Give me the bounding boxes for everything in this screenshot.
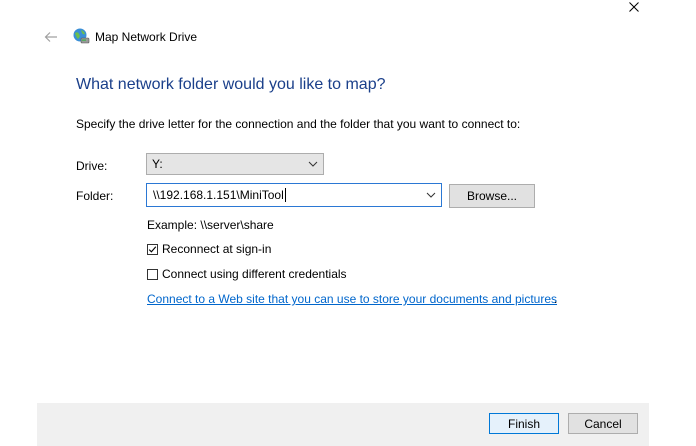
folder-input-value: \\192.168.1.151\MiniTool — [153, 188, 284, 202]
example-text: Example: \\server\share — [147, 218, 274, 232]
reconnect-checkbox-row[interactable]: Reconnect at sign-in — [147, 242, 271, 256]
finish-button[interactable]: Finish — [489, 413, 559, 434]
checkmark-icon — [148, 245, 157, 253]
back-button[interactable] — [42, 28, 60, 46]
close-icon — [629, 2, 639, 12]
chevron-down-icon[interactable] — [425, 189, 437, 201]
credentials-label: Connect using different credentials — [162, 267, 347, 281]
cancel-button[interactable]: Cancel — [568, 413, 638, 434]
credentials-checkbox-row[interactable]: Connect using different credentials — [147, 267, 347, 281]
folder-label: Folder: — [76, 189, 114, 203]
drive-select-value: Y: — [152, 157, 163, 171]
drive-select[interactable]: Y: — [146, 153, 324, 175]
drive-label: Drive: — [76, 159, 108, 173]
instruction-text: Specify the drive letter for the connect… — [76, 117, 521, 131]
web-link-period: . — [554, 292, 558, 306]
network-drive-icon — [72, 27, 90, 45]
back-arrow-icon — [44, 32, 57, 42]
text-caret — [284, 188, 286, 202]
reconnect-label: Reconnect at sign-in — [162, 242, 272, 256]
page-heading: What network folder would you like to ma… — [76, 76, 386, 93]
folder-input[interactable]: \\192.168.1.151\MiniTool — [146, 183, 442, 207]
window-title: Map Network Drive — [95, 30, 198, 44]
close-button[interactable] — [620, 0, 648, 14]
reconnect-checkbox[interactable] — [147, 243, 158, 255]
chevron-down-icon — [308, 161, 318, 167]
browse-button[interactable]: Browse... — [449, 184, 535, 208]
web-site-link[interactable]: Connect to a Web site that you can use t… — [147, 292, 557, 306]
credentials-checkbox[interactable] — [147, 268, 158, 280]
